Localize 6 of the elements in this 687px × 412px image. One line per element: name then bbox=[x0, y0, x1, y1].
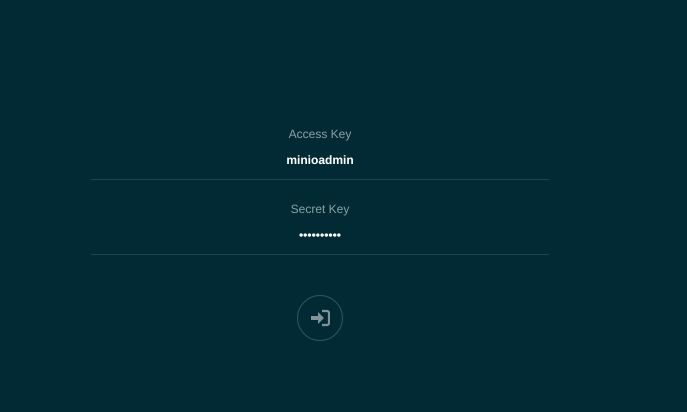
input-field[interactable]: minioadmin bbox=[91, 149, 549, 171]
sign-in-icon bbox=[310, 309, 330, 327]
input-field[interactable]: •••••••••• bbox=[91, 224, 549, 246]
field-label: Access Key bbox=[288, 126, 352, 143]
field-label: Secret Key bbox=[290, 201, 350, 218]
login-button[interactable] bbox=[297, 295, 343, 341]
